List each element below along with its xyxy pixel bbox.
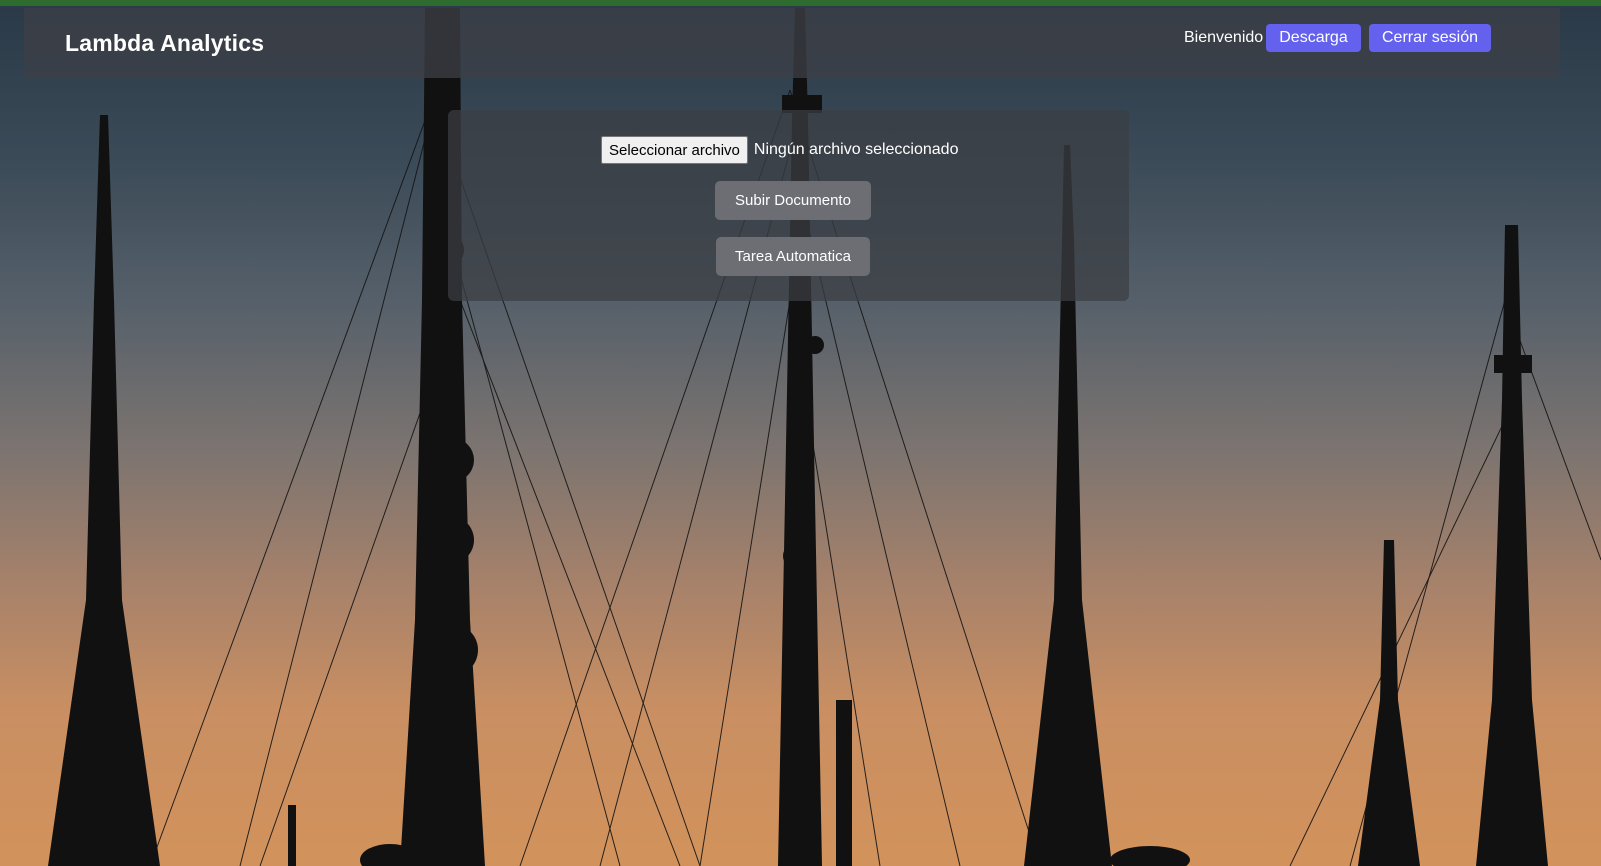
page: Lambda Analytics Bienvenido jyf Descarga… (0, 0, 1601, 866)
automatic-task-button[interactable]: Tarea Automatica (716, 237, 870, 276)
top-accent-strip (0, 0, 1601, 6)
logout-button[interactable]: Cerrar sesión (1369, 24, 1491, 52)
choose-file-button[interactable]: Seleccionar archivo (601, 136, 748, 164)
navbar: Lambda Analytics Bienvenido jyf Descarga… (24, 8, 1560, 78)
upload-document-button[interactable]: Subir Documento (715, 181, 871, 220)
file-input: Seleccionar archivo Ningún archivo selec… (601, 136, 958, 164)
download-button[interactable]: Descarga (1266, 24, 1361, 52)
upload-panel: Seleccionar archivo Ningún archivo selec… (448, 110, 1129, 301)
file-status-text: Ningún archivo seleccionado (753, 141, 959, 158)
brand-title: Lambda Analytics (65, 30, 265, 56)
